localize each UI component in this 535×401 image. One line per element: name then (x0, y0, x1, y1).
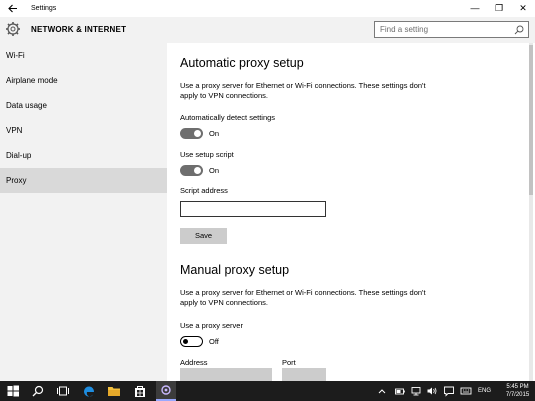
automatic-proxy-heading: Automatic proxy setup (180, 56, 304, 70)
setup-script-label: Use setup script (180, 150, 234, 159)
back-button[interactable] (5, 1, 21, 16)
sidebar-item-data-usage[interactable]: Data usage (0, 93, 167, 118)
sidebar: Wi-Fi Airplane mode Data usage VPN Dial-… (0, 43, 167, 381)
sidebar-item-label: Proxy (6, 176, 27, 185)
store-icon[interactable] (133, 384, 147, 398)
edge-browser-icon[interactable] (82, 384, 96, 398)
arrow-left-icon (8, 4, 17, 13)
save-button[interactable]: Save (180, 228, 227, 244)
sidebar-item-airplane-mode[interactable]: Airplane mode (0, 68, 167, 93)
main-content: Automatic proxy setup Use a proxy server… (167, 43, 535, 381)
volume-icon[interactable] (426, 385, 438, 397)
use-proxy-label: Use a proxy server (180, 321, 243, 330)
manual-proxy-description: Use a proxy server for Ethernet or Wi-Fi… (180, 288, 426, 307)
setup-script-toggle[interactable] (180, 165, 203, 176)
proxy-port-input[interactable] (282, 368, 326, 381)
use-proxy-state: Off (209, 337, 219, 346)
action-center-icon[interactable] (443, 385, 455, 397)
battery-icon[interactable] (394, 385, 406, 397)
sidebar-item-proxy[interactable]: Proxy (0, 168, 167, 193)
search-icon[interactable] (514, 25, 524, 35)
sidebar-item-dial-up[interactable]: Dial-up (0, 143, 167, 168)
clock-date: 7/7/2015 (505, 392, 530, 398)
proxy-address-label: Address (180, 358, 208, 367)
automatic-proxy-description: Use a proxy server for Ethernet or Wi-Fi… (180, 81, 426, 100)
file-explorer-icon[interactable] (107, 384, 121, 398)
detect-settings-label: Automatically detect settings (180, 113, 276, 122)
use-proxy-toggle[interactable] (180, 336, 203, 347)
sidebar-item-label: VPN (6, 126, 23, 135)
language-indicator[interactable]: ENG (478, 387, 491, 395)
toggle-knob (194, 130, 201, 137)
windows-start-icon[interactable] (6, 384, 20, 398)
manual-proxy-heading: Manual proxy setup (180, 263, 290, 277)
scrollbar-thumb[interactable] (529, 45, 533, 195)
search-input[interactable]: Find a setting (374, 21, 529, 38)
sidebar-item-label: Wi-Fi (6, 51, 25, 60)
scrollbar[interactable] (529, 43, 533, 381)
sidebar-item-label: Dial-up (6, 151, 32, 160)
title-bar: Settings — ❐ ✕ (0, 0, 535, 17)
detect-settings-toggle[interactable] (180, 128, 203, 139)
settings-taskbar-button[interactable] (156, 381, 176, 401)
sidebar-item-wifi[interactable]: Wi-Fi (0, 43, 167, 68)
gear-icon (161, 385, 171, 395)
script-address-label: Script address (180, 186, 228, 195)
clock-time: 5:45 PM (506, 384, 529, 390)
search-icon[interactable] (31, 384, 45, 398)
gear-icon (6, 22, 20, 36)
toggle-knob (183, 338, 188, 344)
proxy-port-label: Port (282, 358, 296, 367)
setup-script-state: On (209, 166, 220, 175)
sidebar-item-vpn[interactable]: VPN (0, 118, 167, 143)
keyboard-icon[interactable] (460, 385, 472, 397)
taskbar: ENG 5:45 PM 7/7/2015 (0, 381, 535, 401)
close-button[interactable]: ✕ (511, 0, 535, 17)
window-title: Settings (31, 5, 57, 12)
detect-settings-state: On (209, 129, 220, 138)
clock[interactable]: 5:45 PM 7/7/2015 (500, 383, 535, 399)
search-placeholder: Find a setting (380, 25, 429, 34)
maximize-button[interactable]: ❐ (487, 0, 511, 17)
proxy-address-input[interactable] (180, 368, 272, 381)
toggle-knob (194, 167, 201, 174)
task-view-icon[interactable] (56, 384, 70, 398)
page-header: NETWORK & INTERNET Find a setting (0, 17, 535, 43)
chevron-up-icon[interactable] (376, 385, 388, 397)
script-address-input[interactable] (180, 201, 326, 217)
page-title: NETWORK & INTERNET (31, 25, 127, 34)
sidebar-item-label: Airplane mode (6, 76, 58, 85)
sidebar-item-label: Data usage (6, 101, 47, 110)
network-icon[interactable] (410, 385, 422, 397)
minimize-button[interactable]: — (463, 0, 487, 17)
